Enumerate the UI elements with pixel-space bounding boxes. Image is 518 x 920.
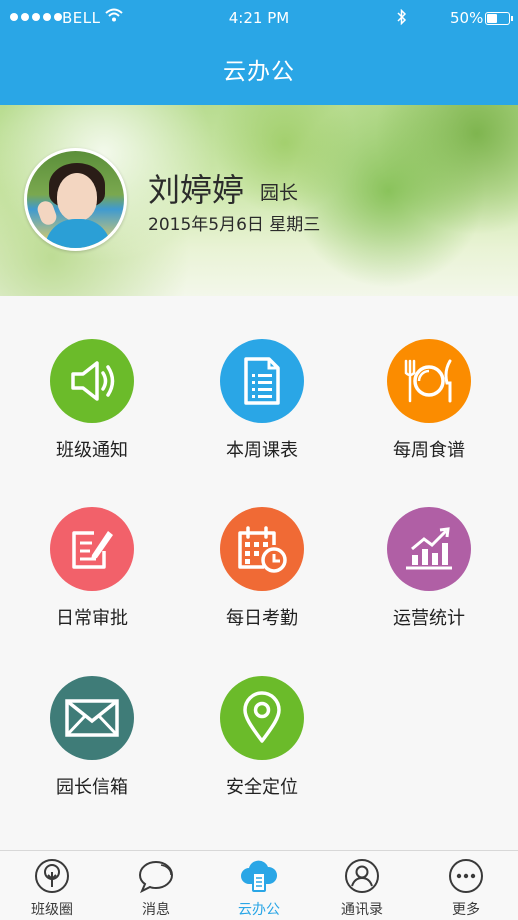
- menu-item-label: 本周课表: [226, 440, 298, 461]
- battery-fill: [487, 14, 497, 23]
- tab-more[interactable]: 更多: [414, 857, 518, 919]
- menu-item-label: 班级通知: [56, 440, 128, 461]
- tab-label: 云办公: [238, 902, 280, 918]
- battery-percent: 50%: [450, 9, 484, 27]
- tab-contacts[interactable]: 通讯录: [310, 857, 414, 919]
- menu-item-daily-approval[interactable]: 日常审批: [7, 507, 177, 630]
- menu-item-label: 园长信箱: [56, 777, 128, 798]
- tab-label: 消息: [142, 902, 170, 918]
- tab-label: 班级圈: [31, 902, 73, 918]
- tab-label: 更多: [452, 902, 480, 918]
- status-bar: BELL 4:21 PM 50%: [0, 0, 518, 38]
- menu-icon-bg: [220, 676, 304, 760]
- user-name: 刘婷婷: [148, 171, 245, 209]
- bar-chart-icon: [406, 527, 452, 570]
- location-pin-icon: [243, 691, 281, 743]
- battery-icon: [485, 12, 513, 25]
- menu-item-principal-mailbox[interactable]: 园长信箱: [7, 676, 177, 799]
- menu-item-safety-location[interactable]: 安全定位: [177, 676, 347, 799]
- document-list-icon: [244, 357, 280, 405]
- tab-cloud-office[interactable]: 云办公: [207, 857, 311, 919]
- menu-item-label: 安全定位: [226, 777, 298, 798]
- menu-item-label: 运营统计: [393, 608, 465, 629]
- page-title: 云办公: [223, 59, 295, 85]
- more-dots-icon: [414, 857, 518, 895]
- tab-class-circle[interactable]: 班级圈: [0, 857, 104, 919]
- bluetooth-icon: [397, 8, 407, 29]
- menu-item-daily-attendance[interactable]: 每日考勤: [177, 507, 347, 630]
- avatar[interactable]: [24, 148, 127, 251]
- tree-circle-icon: [0, 857, 104, 895]
- menu-item-label: 每周食谱: [393, 440, 465, 461]
- menu-icon-bg: [387, 507, 471, 591]
- menu-item-class-notice[interactable]: 班级通知: [7, 339, 177, 462]
- contact-person-icon: [310, 857, 414, 895]
- menu-item-weekly-schedule[interactable]: 本周课表: [177, 339, 347, 462]
- top-bar: BELL 4:21 PM 50% 云办公: [0, 0, 518, 105]
- status-time: 4:21 PM: [228, 9, 290, 27]
- plate-cutlery-icon: [404, 359, 452, 403]
- menu-item-label: 每日考勤: [226, 608, 298, 629]
- calendar-clock-icon: [238, 526, 287, 573]
- user-role: 园长: [260, 182, 299, 204]
- chat-bubble-icon: [104, 857, 208, 895]
- envelope-icon: [65, 699, 119, 737]
- tab-messages[interactable]: 消息: [104, 857, 208, 919]
- menu-item-operations-stats[interactable]: 运营统计: [344, 507, 514, 630]
- menu-icon-bg: [50, 676, 134, 760]
- menu-item-weekly-menu[interactable]: 每周食谱: [344, 339, 514, 462]
- menu-icon-bg: [50, 339, 134, 423]
- current-date: 2015年5月6日 星期三: [148, 215, 321, 235]
- tab-label: 通讯录: [341, 902, 383, 918]
- menu-icon-bg: [220, 339, 304, 423]
- menu-item-label: 日常审批: [56, 608, 128, 629]
- menu-icon-bg: [220, 507, 304, 591]
- edit-note-icon: [72, 531, 113, 569]
- tab-bar: 班级圈 消息 云办公 通讯录 更多: [0, 850, 518, 920]
- cloud-doc-icon: [207, 857, 311, 895]
- speaker-icon: [71, 361, 115, 401]
- menu-icon-bg: [50, 507, 134, 591]
- menu-icon-bg: [387, 339, 471, 423]
